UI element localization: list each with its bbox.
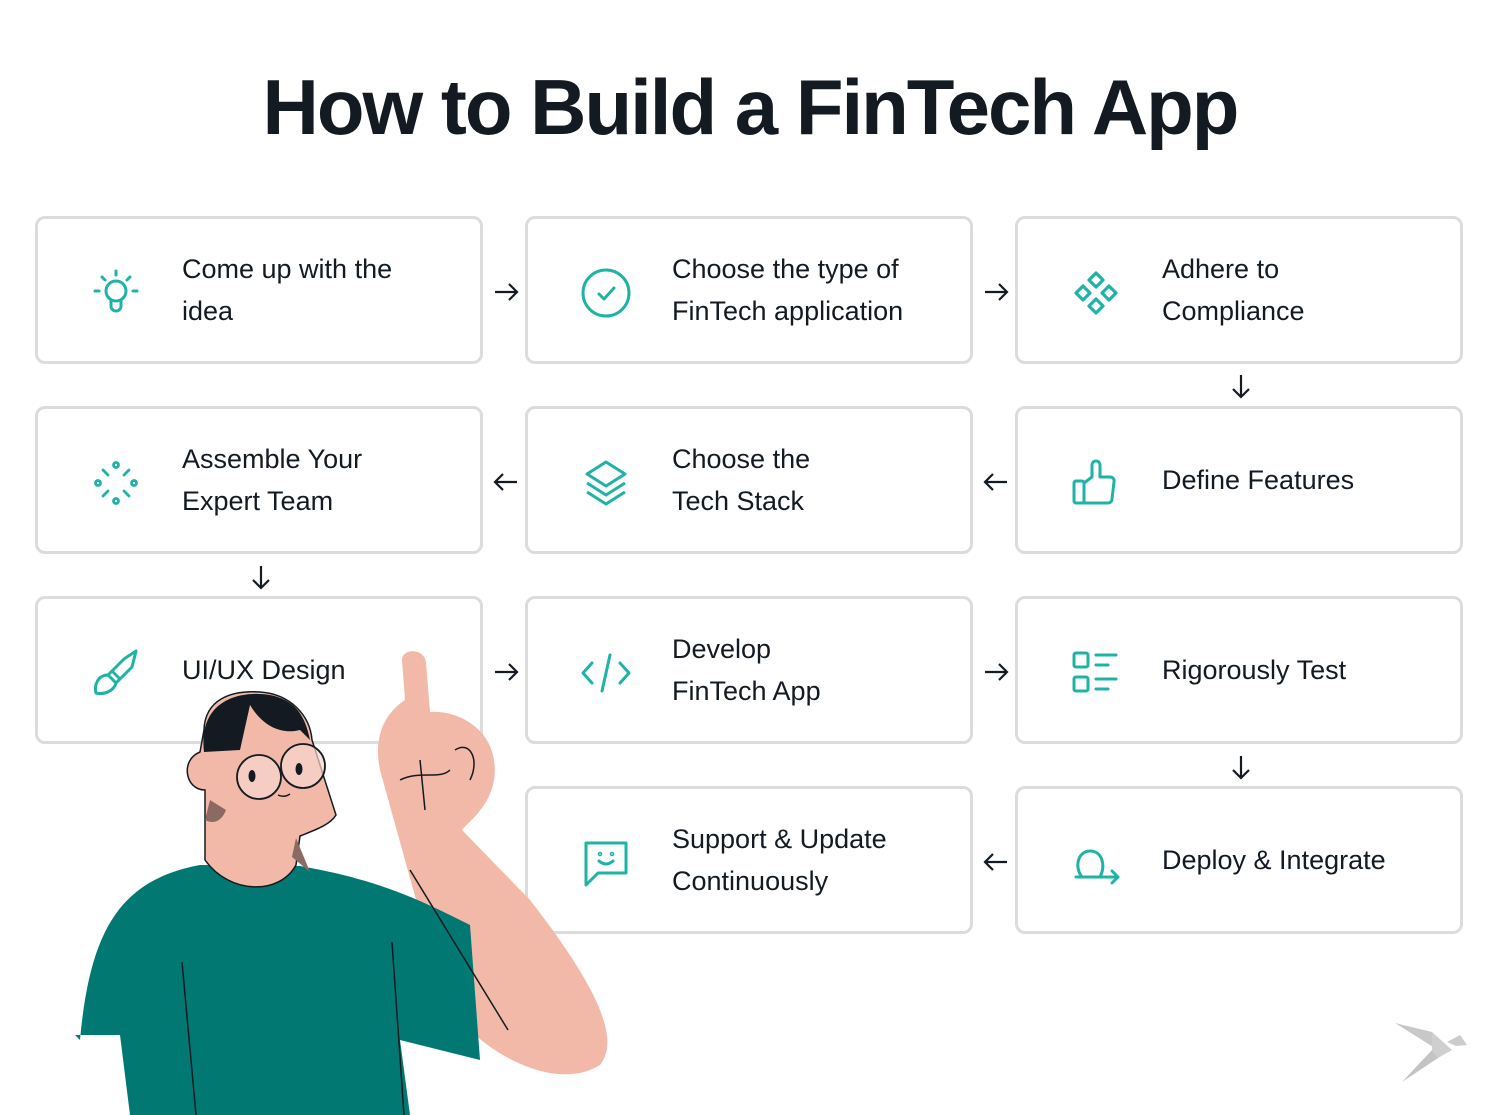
step-label-line1: Deploy & Integrate — [1162, 845, 1386, 875]
arrow-right-icon — [981, 657, 1011, 687]
step-card-techstack: Choose the Tech Stack — [525, 406, 973, 554]
step-label-line1: Develop — [672, 634, 772, 664]
step-card-test: Rigorously Test — [1015, 596, 1463, 744]
step-label-line2: FinTech application — [672, 296, 904, 326]
step-label-line1: Rigorously Test — [1162, 655, 1347, 685]
step-card-deploy: Deploy & Integrate — [1015, 786, 1463, 934]
diamonds-icon — [1066, 263, 1126, 323]
step-label-line1: Define Features — [1162, 465, 1355, 495]
lightbulb-icon — [86, 263, 146, 323]
step-label-line2: Tech Stack — [672, 486, 805, 516]
step-label-line1: UI/UX Design — [182, 655, 346, 685]
arrow-right-icon — [981, 277, 1011, 307]
arrow-left-icon — [981, 467, 1011, 497]
arrow-left-icon — [981, 847, 1011, 877]
step-card-idea: Come up with the idea — [35, 216, 483, 364]
arrow-down-icon — [246, 562, 276, 592]
shirt — [75, 865, 480, 1115]
step-label-line1: Choose the type of — [672, 254, 899, 284]
step-label-line1: Support & Update — [672, 824, 887, 854]
chat-smile-icon — [576, 833, 636, 893]
step-card-team: Assemble Your Expert Team — [35, 406, 483, 554]
page-title: How to Build a FinTech App — [262, 63, 1240, 151]
person-illustration — [75, 651, 608, 1115]
step-label-line1: Assemble Your — [182, 444, 363, 474]
arrow-down-icon — [1226, 752, 1256, 782]
step-label-line1: Choose the — [672, 444, 811, 474]
step-label-line2: Continuously — [672, 866, 829, 896]
bird-logo-icon — [1392, 1020, 1472, 1088]
step-card-compliance: Adhere to Compliance — [1015, 216, 1463, 364]
step-card-features: Define Features — [1015, 406, 1463, 554]
arrow-left-icon — [491, 467, 521, 497]
deploy-loop-icon — [1066, 833, 1126, 893]
step-label-line2: idea — [182, 296, 234, 326]
step-label-line1: Come up with the — [182, 254, 393, 284]
thumbs-up-icon — [1066, 453, 1126, 513]
step-label-line2: Expert Team — [182, 486, 334, 516]
step-card-develop: Develop FinTech App — [525, 596, 973, 744]
step-card-support: Support & Update Continuously — [525, 786, 973, 934]
team-burst-icon — [86, 453, 146, 513]
code-icon — [576, 643, 636, 703]
arrow-down-icon — [1226, 371, 1256, 401]
step-card-type: Choose the type of FinTech application — [525, 216, 973, 364]
layers-icon — [576, 453, 636, 513]
check-circle-icon — [576, 263, 636, 323]
checklist-icon — [1066, 643, 1126, 703]
step-label-line2: FinTech App — [672, 676, 821, 706]
step-label-line1: Adhere to — [1162, 254, 1280, 284]
step-card-design: UI/UX Design — [35, 596, 483, 744]
step-label-line2: Compliance — [1162, 296, 1305, 326]
arrow-right-icon — [491, 277, 521, 307]
paintbrush-icon — [86, 643, 146, 703]
arrow-right-icon — [491, 657, 521, 687]
